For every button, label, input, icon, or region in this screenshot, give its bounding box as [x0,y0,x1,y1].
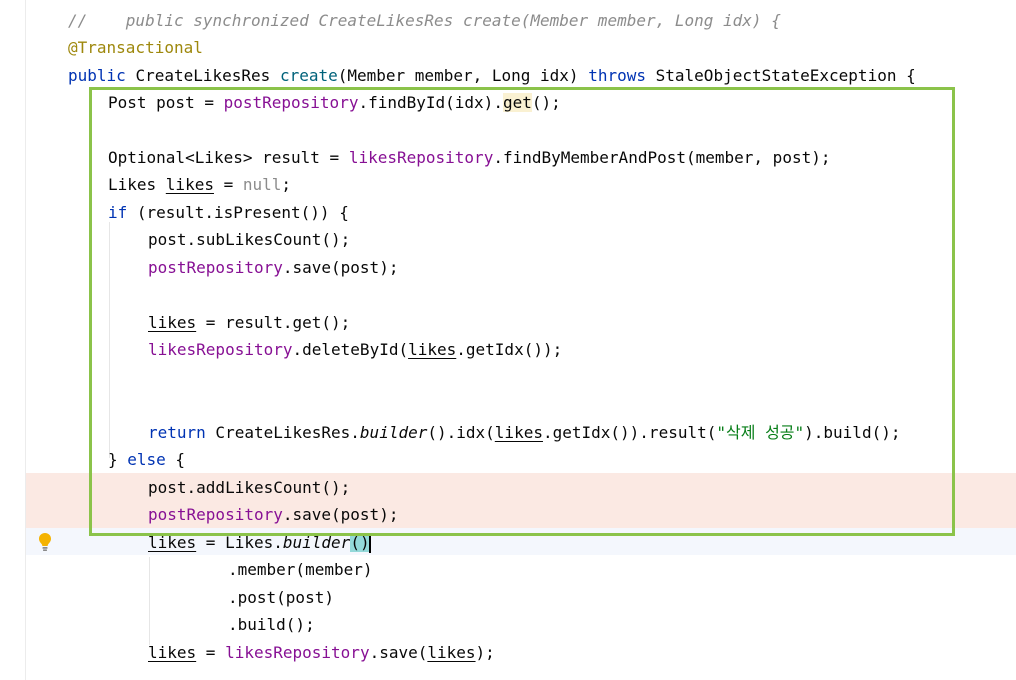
type-name: Likes [108,175,166,194]
field-ref: likesRepository [225,643,370,662]
code-line-7[interactable]: Likes likes = null; [0,171,1016,198]
assign: = [213,175,243,194]
declaration: Post post = [108,93,224,112]
field-ref: postRepository [148,258,283,277]
variable: likes [148,533,197,552]
variable: likes [427,643,476,662]
call: ().idx( [427,423,495,442]
code-line-16[interactable]: return CreateLikesRes.builder().idx(like… [0,419,1016,446]
brace: } [108,450,128,469]
exception-name: StaleObjectStateException { [655,66,916,85]
assign: = [196,643,226,662]
keyword: throws [588,66,646,85]
chained-call: .post(post) [228,588,334,607]
code-line-18[interactable]: post.addLikesCount(); [0,474,1016,501]
variable: likes [148,643,197,662]
variable: likes [148,313,197,332]
field-ref: likesRepository [348,148,494,167]
code-line-23[interactable]: .build(); [0,611,1016,638]
field-ref: postRepository [223,93,359,112]
statement: post.subLikesCount(); [148,230,351,249]
call: .save(post); [282,258,399,277]
code-line-8[interactable]: if (result.isPresent()) { [0,199,1016,226]
annotation: @Transactional [68,38,203,57]
statement: post.addLikesCount(); [148,478,351,497]
call: .findById(idx). [358,93,503,112]
keyword: else [127,450,166,469]
variable: likes [165,175,214,194]
code-line-4[interactable]: Post post = postRepository.findById(idx)… [0,89,1016,116]
keyword: if [108,203,128,222]
call: = Likes. [196,533,283,552]
method-name: create [279,66,338,85]
type-name: CreateLikesRes [135,66,271,85]
code-editor[interactable]: // public synchronized CreateLikesRes cr… [0,0,1016,680]
code-line-9[interactable]: post.subLikesCount(); [0,226,1016,253]
call-tail: .getIdx()); [456,340,563,359]
declaration: Optional<Likes> result = [108,148,349,167]
code-line-6[interactable]: Optional<Likes> result = likesRepository… [0,144,1016,171]
code-line-20[interactable]: likes = Likes.builder() [0,529,1016,556]
variable: likes [494,423,543,442]
semicolon: ; [281,175,292,194]
static-method: builder [359,423,428,442]
statement: = result.get(); [196,313,351,332]
get-call-highlight: get [502,93,532,112]
chained-call: .build(); [228,615,315,634]
code-line-10[interactable]: postRepository.save(post); [0,254,1016,281]
variable: likes [408,340,457,359]
code-line-19[interactable]: postRepository.save(post); [0,501,1016,528]
call: .save(post); [282,505,399,524]
field-ref: likesRepository [148,340,293,359]
code-line-12[interactable]: likes = result.get(); [0,309,1016,336]
condition: (result.isPresent()) { [127,203,349,222]
keyword: return [148,423,206,442]
text-caret [368,534,371,553]
params: (Member member, Long idx) [337,66,579,85]
static-method: builder [282,533,351,552]
field-ref: postRepository [148,505,283,524]
chained-call: .member(member) [228,560,373,579]
code-line-3[interactable]: public CreateLikesRes create(Member memb… [0,62,1016,89]
keyword: public [68,66,126,85]
code-line-13[interactable]: likesRepository.deleteById(likes.getIdx(… [0,336,1016,363]
code-line-1[interactable]: // public synchronized CreateLikesRes cr… [0,7,1016,34]
type-name: CreateLikesRes. [205,423,360,442]
null-literal: null [242,175,282,194]
brace: { [165,450,186,469]
call: .save( [369,643,428,662]
call: .deleteById( [292,340,409,359]
call: .getIdx()).result( [542,423,717,442]
call: .findByMemberAndPost(member, post); [493,148,831,167]
lightbulb-icon[interactable] [38,532,52,552]
code-line-22[interactable]: .post(post) [0,584,1016,611]
call-tail: ); [475,643,495,662]
code-line-2[interactable]: @Transactional [0,34,1016,61]
open-paren-match: ( [350,533,360,552]
call-tail: (); [531,93,561,112]
code-line-24[interactable]: likes = likesRepository.save(likes); [0,639,1016,666]
code-line-17[interactable]: } else { [0,446,1016,473]
call-tail: ).build(); [804,423,901,442]
lightbulb-icon-graphic [39,533,51,551]
comment: // public synchronized CreateLikesRes cr… [68,11,781,30]
code-line-21[interactable]: .member(member) [0,556,1016,583]
string-literal: "삭제 성공" [716,423,805,442]
